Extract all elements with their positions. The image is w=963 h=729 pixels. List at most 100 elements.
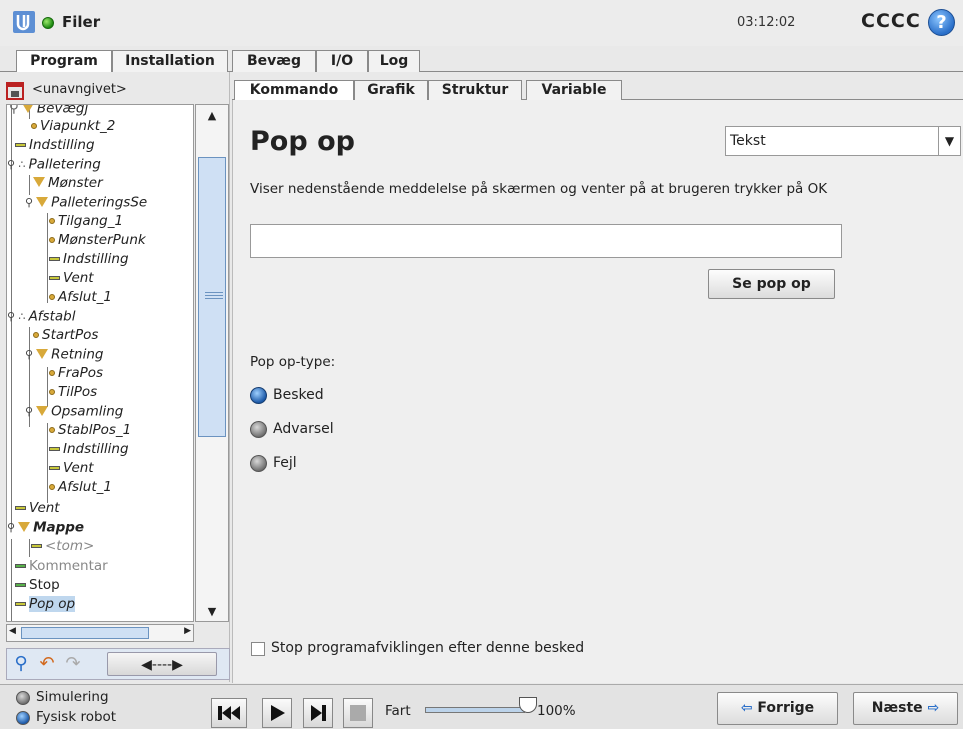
tree-node[interactable]: Indstilling: [49, 250, 129, 269]
popup-source-select[interactable]: Tekst ▼: [725, 126, 961, 156]
radio-selected-icon: [16, 711, 30, 725]
tree-node-selected[interactable]: Pop op: [15, 595, 76, 614]
play-icon: [271, 705, 285, 721]
tree-node[interactable]: MønsterPunk: [49, 231, 146, 250]
expand-icon[interactable]: ⚲: [25, 402, 33, 421]
scroll-up-icon[interactable]: ▲: [204, 109, 220, 123]
triangle-icon: [36, 196, 49, 207]
tree-node[interactable]: Indstilling: [49, 440, 129, 459]
tree-node[interactable]: Stop: [15, 576, 60, 595]
undo-icon[interactable]: ↶: [35, 652, 59, 676]
tree-node[interactable]: Kommentar: [15, 557, 108, 576]
tree-node[interactable]: Vent: [49, 269, 94, 288]
comment-icon: [15, 564, 26, 568]
tree-node[interactable]: StablPos_1: [49, 421, 131, 440]
arrow-right-icon: ⇨: [927, 700, 940, 716]
stop-program-checkbox[interactable]: Stop programafviklingen efter denne besk…: [251, 640, 671, 660]
tab-io[interactable]: I/O: [316, 50, 368, 72]
tab-program[interactable]: Program: [16, 50, 112, 73]
play-button[interactable]: [262, 698, 292, 728]
triangle-icon: [18, 521, 31, 532]
tree-node[interactable]: ⚲ ∴ Palletering: [7, 155, 101, 174]
tree-node[interactable]: Indstilling: [15, 136, 95, 155]
expand-icon[interactable]: ⚲: [7, 518, 15, 537]
tree-node[interactable]: FraPos: [49, 364, 103, 383]
speed-slider[interactable]: [425, 707, 525, 713]
tab-installation[interactable]: Installation: [112, 50, 228, 72]
save-icon[interactable]: [6, 82, 24, 100]
stop-icon: [350, 705, 366, 721]
file-menu[interactable]: Filer: [62, 13, 100, 31]
scroll-down-icon[interactable]: ▼: [204, 605, 220, 619]
tree-node[interactable]: Mønster: [33, 174, 103, 193]
expand-icon[interactable]: ⚲: [25, 193, 33, 212]
tree-node[interactable]: ⚲ Opsamling: [25, 402, 123, 421]
step-button[interactable]: [303, 698, 333, 728]
tree-node[interactable]: Tilgang_1: [49, 212, 123, 231]
speed-percent: 100%: [537, 703, 576, 719]
tree-node[interactable]: Afslut_1: [49, 478, 112, 497]
tab-variables[interactable]: Variable: [526, 80, 622, 100]
tab-command[interactable]: Kommando: [234, 80, 354, 101]
waypoint-icon: [49, 484, 55, 490]
waypoint-icon: [31, 123, 37, 129]
main-tabs: Program Installation Bevæg I/O Log: [0, 48, 963, 73]
waypoint-icon: [49, 237, 55, 243]
scroll-left-icon[interactable]: ◀: [9, 626, 16, 636]
tree-node[interactable]: Vent: [49, 459, 94, 478]
skip-back-icon: [218, 706, 240, 720]
ur-logo-icon: [13, 11, 35, 33]
expand-icon[interactable]: ⚲: [25, 345, 33, 364]
redo-icon[interactable]: ↷: [61, 652, 85, 676]
tree-node[interactable]: Afslut_1: [49, 288, 112, 307]
tree-node[interactable]: <tom>: [31, 537, 94, 556]
tree-node[interactable]: ⚲ Mappe: [7, 518, 84, 537]
wait-icon: [49, 466, 60, 470]
tab-structure[interactable]: Struktur: [428, 80, 522, 100]
radio-warning[interactable]: Advarsel: [250, 420, 390, 440]
tree-horizontal-scrollbar[interactable]: ◀ ▶: [6, 624, 194, 642]
tree-node[interactable]: ⚲ PalleteringsSe: [25, 193, 147, 212]
tree-node[interactable]: ⚲ ∴ Afstabl: [7, 307, 75, 326]
previous-button[interactable]: ⇦ Forrige: [717, 692, 838, 725]
radio-message[interactable]: Besked: [250, 386, 390, 406]
program-name: <unavngivet>: [32, 82, 127, 97]
tree-node[interactable]: ⚲ Bevægj: [9, 105, 88, 118]
tree-node[interactable]: Vent: [15, 499, 60, 518]
chevron-down-icon[interactable]: ▼: [938, 127, 960, 155]
step-icon: [311, 705, 326, 721]
waypoint-icon: [49, 218, 55, 224]
triangle-icon: [21, 105, 34, 113]
help-icon[interactable]: ?: [928, 9, 955, 36]
clock: 03:12:02: [737, 15, 796, 30]
radio-selected-icon: [250, 387, 267, 404]
tree-vertical-scrollbar[interactable]: ▲ ▼: [195, 104, 229, 622]
radio-error[interactable]: Fejl: [250, 454, 390, 474]
tab-log[interactable]: Log: [368, 50, 420, 72]
popup-icon: [15, 602, 26, 606]
tree-node[interactable]: StartPos: [33, 326, 98, 345]
tab-move[interactable]: Bevæg: [232, 50, 316, 72]
tree-node[interactable]: TilPos: [49, 383, 97, 402]
checkbox-icon[interactable]: [251, 642, 265, 656]
program-name-bar: <unavngivet>: [4, 80, 226, 102]
tab-graphics[interactable]: Grafik: [354, 80, 428, 100]
tree-node[interactable]: Viapunkt_2: [31, 117, 115, 136]
scroll-right-icon[interactable]: ▶: [184, 626, 191, 636]
program-tree[interactable]: ⚲ Bevægj Viapunkt_2 Indstilling ⚲ ∴ Pallet…: [6, 104, 194, 622]
command-panel: Pop op Tekst ▼ Viser nedenstående meddel…: [232, 100, 963, 683]
waypoint-icon: [49, 370, 55, 376]
preview-popup-button[interactable]: Se pop op: [708, 269, 835, 299]
radio-unselected-icon: [250, 421, 267, 438]
scroll-thumb[interactable]: [21, 627, 149, 639]
next-button[interactable]: Næste ⇨: [853, 692, 958, 725]
scroll-thumb[interactable]: [198, 157, 226, 437]
tree-node[interactable]: ⚲ Retning: [25, 345, 103, 364]
skip-back-button[interactable]: [211, 698, 247, 728]
message-input[interactable]: [250, 224, 842, 258]
drag-node-icon[interactable]: ◀‑‑‑‑▶: [107, 652, 217, 676]
stop-button[interactable]: [343, 698, 373, 728]
search-icon[interactable]: ⚲: [9, 652, 33, 676]
robot-name: CCCC: [861, 10, 921, 32]
set-icon: [49, 447, 60, 451]
